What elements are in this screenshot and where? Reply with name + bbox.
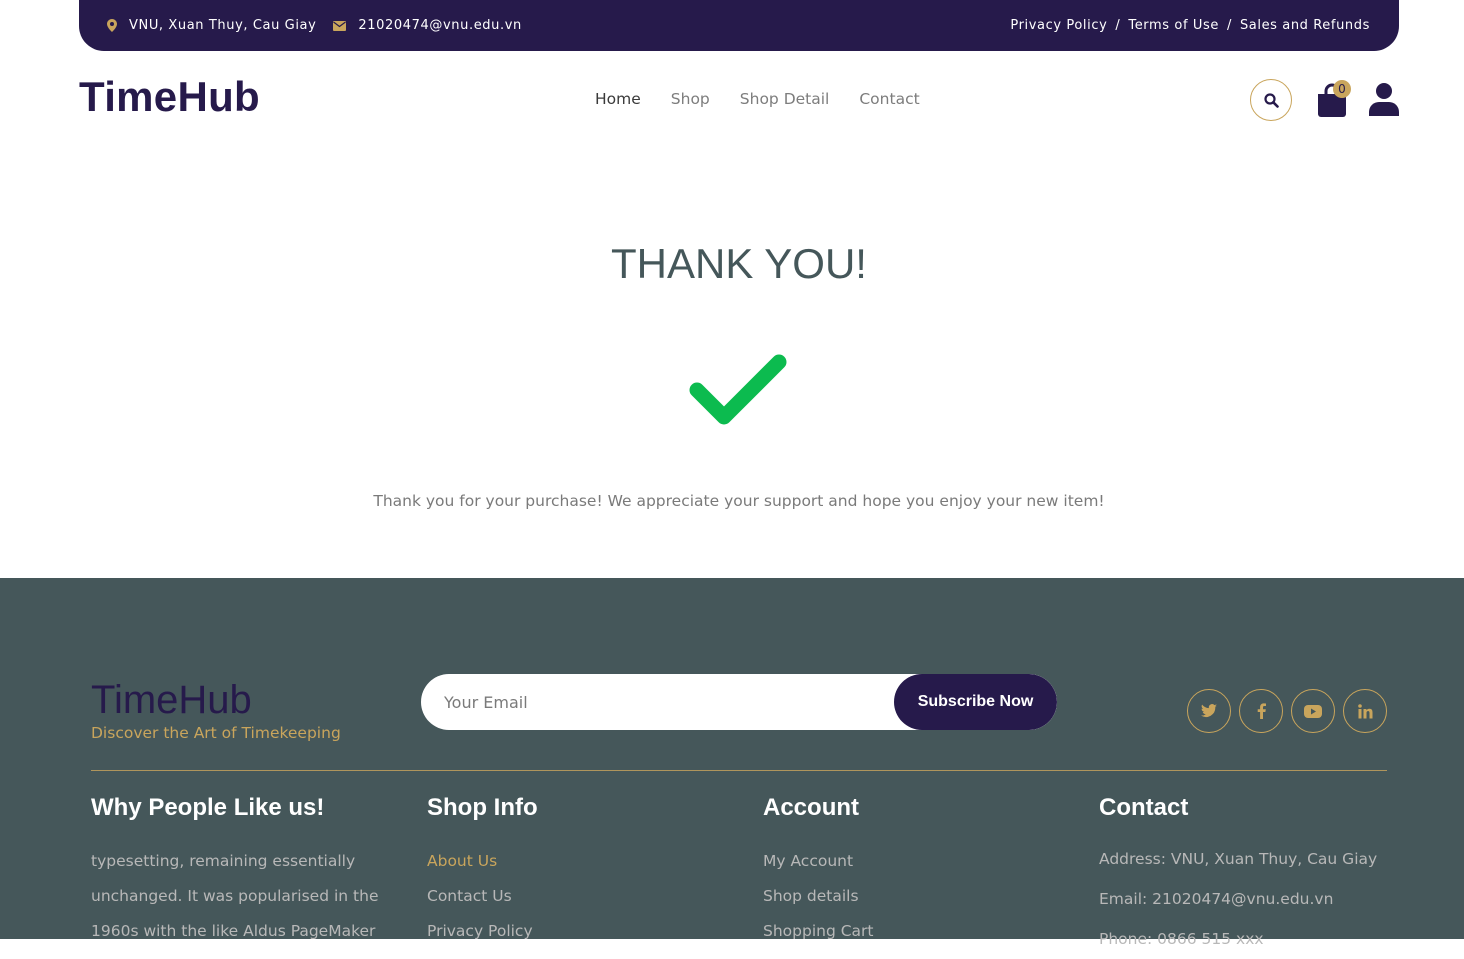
footer-col-shop-info: Shop Info About Us Contact Us Privacy Po… (427, 794, 727, 949)
cart-button[interactable]: 0 (1316, 80, 1351, 120)
search-button[interactable] (1250, 79, 1292, 121)
footer-col-why: Why People Like us! typesetting, remaini… (91, 794, 391, 949)
privacy-policy-link[interactable]: Privacy Policy (1010, 18, 1107, 33)
nav-contact[interactable]: Contact (859, 90, 919, 108)
footer: TimeHub Discover the Art of Timekeeping … (0, 578, 1464, 948)
my-account-link[interactable]: My Account (763, 844, 1063, 879)
footer-privacy-policy-link[interactable]: Privacy Policy (427, 914, 727, 949)
contact-us-link[interactable]: Contact Us (427, 879, 727, 914)
footer-tagline: Discover the Art of Timekeeping (91, 724, 341, 742)
subscribe-button[interactable]: Subscribe Now (894, 674, 1057, 730)
top-bar-email: 21020474@vnu.edu.vn (333, 18, 521, 33)
shopping-cart-link[interactable]: Shopping Cart (763, 914, 1063, 949)
user-account-button[interactable] (1368, 82, 1400, 121)
thank-you-message: Thank you for your purchase! We apprecia… (373, 492, 1105, 510)
newsletter-form: Subscribe Now (421, 674, 1057, 730)
footer-brand[interactable]: TimeHub (91, 678, 252, 723)
facebook-link[interactable] (1239, 689, 1283, 733)
user-icon (1369, 83, 1399, 116)
linkedin-link[interactable] (1343, 689, 1387, 733)
main-nav: Home Shop Shop Detail Contact (595, 90, 950, 108)
nav-home[interactable]: Home (595, 90, 641, 108)
youtube-link[interactable] (1291, 689, 1335, 733)
top-bar: VNU, Xuan Thuy, Cau Giay 21020474@vnu.ed… (79, 0, 1399, 51)
separator: / (1115, 18, 1121, 33)
contact-phone: Phone: 0866 515 xxx (1099, 930, 1264, 948)
email-text: 21020474@vnu.edu.vn (358, 18, 522, 33)
facebook-icon (1257, 703, 1266, 719)
footer-divider (91, 770, 1387, 771)
footer-text-line: 1960s with the like Aldus PageMaker (91, 922, 376, 940)
footer-col-title: Contact (1099, 794, 1189, 821)
footer-text-line: typesetting, remaining essentially (91, 852, 356, 870)
separator: / (1226, 18, 1232, 33)
nav-shop-detail[interactable]: Shop Detail (740, 90, 830, 108)
twitter-link[interactable] (1187, 689, 1231, 733)
sales-and-refunds-link[interactable]: Sales and Refunds (1240, 18, 1370, 33)
email-input[interactable] (421, 674, 891, 730)
twitter-icon (1201, 704, 1217, 717)
linkedin-icon (1357, 703, 1372, 718)
contact-address: Address: VNU, Xuan Thuy, Cau Giay (1099, 850, 1378, 868)
address-text: VNU, Xuan Thuy, Cau Giay (129, 18, 317, 33)
footer-col-contact: Contact Address: VNU, Xuan Thuy, Cau Gia… (1099, 794, 1399, 959)
page-title: THANK YOU! (611, 240, 867, 287)
about-us-link[interactable]: About Us (427, 844, 727, 879)
contact-email: Email: 21020474@vnu.edu.vn (1099, 890, 1334, 908)
success-check-icon (688, 352, 788, 435)
footer-col-title: Account (763, 794, 859, 821)
envelope-icon (333, 20, 347, 31)
shop-details-link[interactable]: Shop details (763, 879, 1063, 914)
youtube-icon (1304, 704, 1322, 718)
search-icon (1263, 92, 1279, 108)
map-marker-icon (107, 19, 117, 32)
terms-of-use-link[interactable]: Terms of Use (1128, 18, 1219, 33)
footer-col-title: Why People Like us! (91, 794, 325, 821)
footer-col-account: Account My Account Shop details Shopping… (763, 794, 1063, 949)
brand-logo[interactable]: TimeHub (79, 73, 260, 121)
social-links (1187, 689, 1395, 733)
footer-col-title: Shop Info (427, 794, 538, 821)
top-bar-address: VNU, Xuan Thuy, Cau Giay (107, 18, 316, 33)
nav-shop[interactable]: Shop (671, 90, 710, 108)
footer-text-line: unchanged. It was popularised in the (91, 887, 379, 905)
top-bar-contact: VNU, Xuan Thuy, Cau Giay 21020474@vnu.ed… (107, 18, 539, 33)
top-bar-links: Privacy Policy / Terms of Use / Sales an… (1010, 18, 1370, 33)
cart-count-badge: 0 (1333, 80, 1351, 98)
